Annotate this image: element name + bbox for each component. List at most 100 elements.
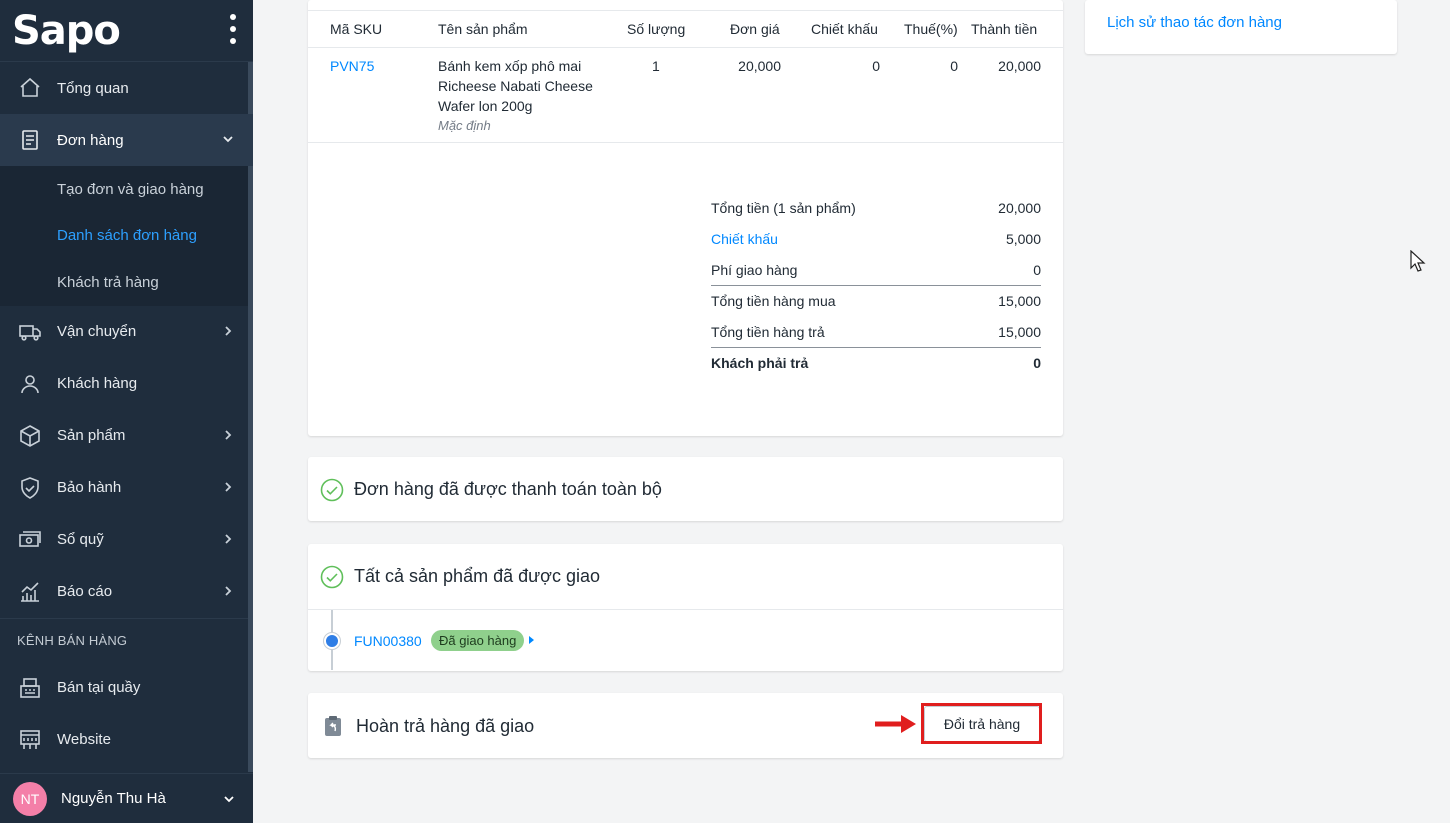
summary-value: 20,000 bbox=[998, 199, 1041, 216]
summary-label: Tổng tiền (1 sản phẩm) bbox=[711, 199, 856, 216]
sidebar-item-cashbook[interactable]: Sổ quỹ bbox=[0, 514, 253, 566]
sales-channel-heading: KÊNH BÁN HÀNG bbox=[0, 617, 253, 662]
order-items-card: Mã SKU Tên sản phẩm Số lượng Đơn giá Chi… bbox=[308, 0, 1063, 436]
chevron-down-icon bbox=[223, 792, 235, 808]
sidebar-item-orders[interactable]: Đơn hàng bbox=[0, 114, 253, 166]
summary-value: 15,000 bbox=[998, 293, 1041, 309]
sidebar-item-overview[interactable]: Tổng quan bbox=[0, 62, 253, 114]
summary-value: 0 bbox=[1033, 261, 1041, 278]
sidebar-item-label: Bán tại quầy bbox=[57, 679, 141, 696]
status-badge: Đã giao hàng bbox=[431, 630, 525, 651]
table-row: PVN75 Bánh kem xốp phô mai Richeese Naba… bbox=[308, 48, 1063, 143]
sidebar-item-products[interactable]: Sản phẩm bbox=[0, 410, 253, 462]
user-icon bbox=[18, 372, 42, 396]
col-sku: Mã SKU bbox=[330, 21, 383, 37]
fulfillment-card: Tất cả sản phẩm đã được giao FUN00380 Đã… bbox=[308, 544, 1063, 671]
shield-icon bbox=[18, 476, 42, 500]
summary-label: Tổng tiền hàng trả bbox=[711, 323, 825, 340]
summary-row: Chiết khấu 5,000 bbox=[711, 223, 1041, 254]
annotation-arrow-icon bbox=[875, 715, 916, 733]
sidebar-item-label: Bảo hành bbox=[57, 479, 122, 496]
line-total-value: 20,000 bbox=[998, 58, 1041, 74]
user-name: Nguyễn Thu Hà bbox=[61, 790, 166, 807]
return-title: Hoàn trả hàng đã giao bbox=[356, 716, 535, 736]
return-clipboard-icon bbox=[325, 716, 341, 736]
check-circle-icon bbox=[320, 478, 344, 502]
payment-status-title: Đơn hàng đã được thanh toán toàn bộ bbox=[354, 479, 662, 499]
sidebar-item-website[interactable]: Website bbox=[0, 714, 253, 766]
sidebar-item-shipping[interactable]: Vận chuyển bbox=[0, 306, 253, 358]
user-menu[interactable]: NT Nguyễn Thu Hà bbox=[0, 773, 253, 823]
box-icon bbox=[18, 424, 42, 448]
tax-value: 0 bbox=[950, 58, 958, 74]
col-discount: Chiết khấu bbox=[811, 21, 878, 37]
sidebar-item-label: Website bbox=[57, 731, 111, 748]
website-icon bbox=[18, 728, 42, 752]
sidebar-subitem-order-list[interactable]: Danh sách đơn hàng bbox=[0, 213, 253, 260]
sku-link[interactable]: PVN75 bbox=[330, 58, 374, 74]
timeline-dot bbox=[324, 633, 340, 649]
chevron-right-icon bbox=[221, 324, 235, 338]
sidebar-item-customers[interactable]: Khách hàng bbox=[0, 358, 253, 410]
summary-label: Tổng tiền hàng mua bbox=[711, 293, 836, 309]
product-name-cell: Bánh kem xốp phô mai Richeese Nabati Che… bbox=[438, 56, 608, 136]
mouse-cursor-icon bbox=[1410, 250, 1426, 272]
fulfillment-title: Tất cả sản phẩm đã được giao bbox=[354, 566, 600, 586]
sidebar-item-label: Sản phẩm bbox=[57, 427, 126, 444]
sapo-logo[interactable]: Sapo bbox=[12, 8, 121, 54]
chevron-right-icon bbox=[221, 532, 235, 546]
summary-value: 5,000 bbox=[1005, 230, 1041, 247]
chart-icon bbox=[18, 580, 42, 604]
order-history-link[interactable]: Lịch sử thao tác đơn hàng bbox=[1107, 14, 1282, 31]
kebab-menu-icon[interactable] bbox=[230, 14, 236, 44]
truck-icon bbox=[18, 320, 42, 344]
chevron-right-icon bbox=[221, 480, 235, 494]
divider bbox=[308, 609, 1063, 610]
chevron-right-icon bbox=[221, 428, 235, 442]
quantity-value: 1 bbox=[652, 58, 660, 74]
sidebar-item-warranty[interactable]: Bảo hành bbox=[0, 462, 253, 514]
annotation-highlight-box bbox=[921, 703, 1042, 744]
summary-row: Phí giao hàng 0 bbox=[711, 254, 1041, 285]
sidebar-item-label: Vận chuyển bbox=[57, 323, 137, 340]
sidebar-subitem-create-order[interactable]: Tạo đơn và giao hàng bbox=[0, 166, 253, 213]
col-unit-price: Đơn giá bbox=[730, 21, 780, 37]
sidebar-item-label: Khách hàng bbox=[57, 375, 138, 392]
discount-value: 0 bbox=[872, 58, 880, 74]
cash-icon bbox=[18, 528, 42, 552]
unit-price-value: 20,000 bbox=[738, 58, 781, 74]
order-icon bbox=[18, 128, 42, 152]
summary-row: Tổng tiền (1 sản phẩm) 20,000 bbox=[711, 192, 1041, 223]
col-total: Thành tiền bbox=[971, 21, 1038, 37]
summary-row: Tổng tiền hàng trả 15,000 bbox=[711, 316, 1041, 347]
summary-value: 0 bbox=[1033, 355, 1041, 371]
col-product-name: Tên sản phẩm bbox=[438, 21, 528, 37]
sidebar-item-reports[interactable]: Báo cáo bbox=[0, 566, 253, 618]
sidebar: Sapo Tổng quan Đơn hàng Tạo đơn và giao … bbox=[0, 0, 253, 823]
product-variant: Mặc định bbox=[438, 118, 491, 133]
sidebar-item-label: Tổng quan bbox=[57, 79, 129, 97]
home-icon bbox=[18, 76, 42, 100]
summary-row-total: Khách phải trả 0 bbox=[711, 347, 1041, 378]
discount-link[interactable]: Chiết khấu bbox=[711, 231, 778, 247]
summary-label: Phí giao hàng bbox=[711, 261, 798, 278]
col-quantity: Số lượng bbox=[627, 21, 686, 37]
sidebar-item-label: Báo cáo bbox=[57, 583, 113, 600]
orders-submenu: Tạo đơn và giao hàng Danh sách đơn hàng … bbox=[0, 166, 253, 306]
sidebar-item-label: Sổ quỹ bbox=[57, 531, 104, 548]
chevron-right-icon bbox=[221, 584, 235, 598]
pos-icon bbox=[18, 676, 42, 700]
shipment-code-link[interactable]: FUN00380 bbox=[354, 633, 422, 649]
product-name: Bánh kem xốp phô mai Richeese Nabati Che… bbox=[438, 58, 593, 114]
chevron-down-icon bbox=[221, 132, 235, 146]
avatar: NT bbox=[13, 781, 47, 816]
summary-label: Khách phải trả bbox=[711, 355, 809, 371]
sidebar-subitem-customer-returns[interactable]: Khách trả hàng bbox=[0, 259, 253, 306]
sidebar-item-pos[interactable]: Bán tại quầy bbox=[0, 662, 253, 714]
sidebar-header: Sapo bbox=[0, 0, 253, 62]
col-tax: Thuế(%) bbox=[904, 21, 958, 37]
expand-arrow-icon[interactable] bbox=[529, 636, 534, 644]
check-circle-icon bbox=[320, 565, 344, 589]
summary-row: Tổng tiền hàng mua 15,000 bbox=[711, 285, 1041, 316]
payment-status-card: Đơn hàng đã được thanh toán toàn bộ bbox=[308, 457, 1063, 521]
